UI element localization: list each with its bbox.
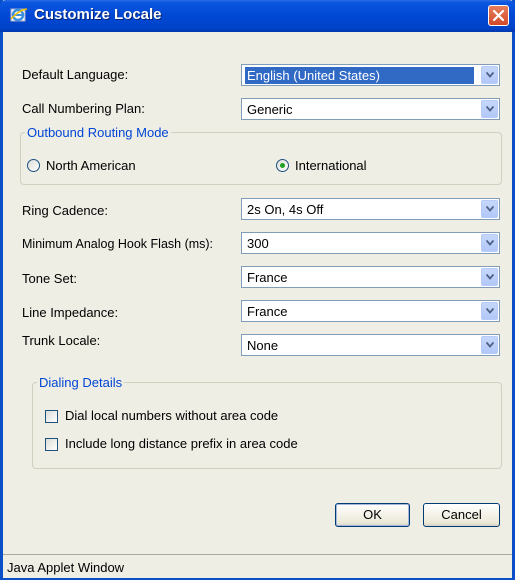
status-bar-text: Java Applet Window (7, 560, 125, 575)
dropdown-arrow-icon[interactable] (481, 268, 498, 286)
trunk-locale-select[interactable]: None (241, 334, 500, 356)
dial-local-label[interactable]: Dial local numbers without area code (65, 408, 278, 423)
dialog-title: Customize Locale (34, 6, 162, 23)
ring-cadence-select[interactable]: 2s On, 4s Off (241, 198, 500, 220)
ok-button[interactable]: OK (335, 503, 410, 527)
dropdown-arrow-icon[interactable] (481, 302, 498, 320)
include-prefix-checkbox[interactable] (45, 438, 58, 451)
dropdown-arrow-icon[interactable] (481, 100, 498, 118)
default-language-label: Default Language: (22, 67, 129, 82)
include-prefix-label[interactable]: Include long distance prefix in area cod… (65, 436, 298, 451)
dialing-details-legend: Dialing Details (39, 375, 123, 390)
trunk-locale-label: Trunk Locale: (22, 333, 101, 348)
call-numbering-plan-label: Call Numbering Plan: (22, 101, 145, 116)
north-american-radio[interactable] (27, 159, 40, 172)
tone-set-value: France (247, 270, 288, 285)
ie-window-icon (10, 6, 28, 24)
radio-selected-dot (280, 163, 285, 168)
hook-flash-label: Minimum Analog Hook Flash (ms): (22, 237, 214, 251)
dropdown-arrow-icon[interactable] (481, 336, 498, 354)
cancel-button[interactable]: Cancel (423, 503, 500, 527)
default-language-value: English (United States) (245, 67, 474, 84)
line-impedance-label: Line Impedance: (22, 305, 119, 320)
international-radio[interactable] (276, 159, 289, 172)
tone-set-label: Tone Set: (22, 271, 77, 286)
customize-locale-dialog: Customize Locale Default Language: Engli… (0, 0, 515, 580)
close-icon (492, 9, 505, 22)
status-bar: Java Applet Window (3, 554, 512, 578)
default-language-select[interactable]: English (United States) (241, 64, 500, 86)
call-numbering-plan-value: Generic (247, 102, 293, 117)
call-numbering-plan-select[interactable]: Generic (241, 98, 500, 120)
international-label[interactable]: International (295, 158, 367, 173)
title-bar[interactable]: Customize Locale (0, 0, 515, 32)
hook-flash-select[interactable]: 300 (241, 232, 500, 254)
ring-cadence-label: Ring Cadence: (22, 203, 108, 218)
ring-cadence-value: 2s On, 4s Off (247, 202, 324, 217)
dropdown-arrow-icon[interactable] (481, 234, 498, 252)
close-button[interactable] (488, 5, 509, 26)
line-impedance-value: France (247, 304, 288, 319)
dropdown-arrow-icon[interactable] (481, 200, 498, 218)
outbound-routing-mode-group: Outbound Routing Mode (20, 125, 502, 185)
north-american-label[interactable]: North American (46, 158, 136, 173)
hook-flash-value: 300 (247, 236, 269, 251)
outbound-routing-mode-legend: Outbound Routing Mode (27, 125, 169, 140)
dropdown-arrow-icon[interactable] (481, 66, 498, 84)
trunk-locale-value: None (247, 338, 279, 353)
dial-local-checkbox[interactable] (45, 410, 58, 423)
tone-set-select[interactable]: France (241, 266, 500, 288)
line-impedance-select[interactable]: France (241, 300, 500, 322)
